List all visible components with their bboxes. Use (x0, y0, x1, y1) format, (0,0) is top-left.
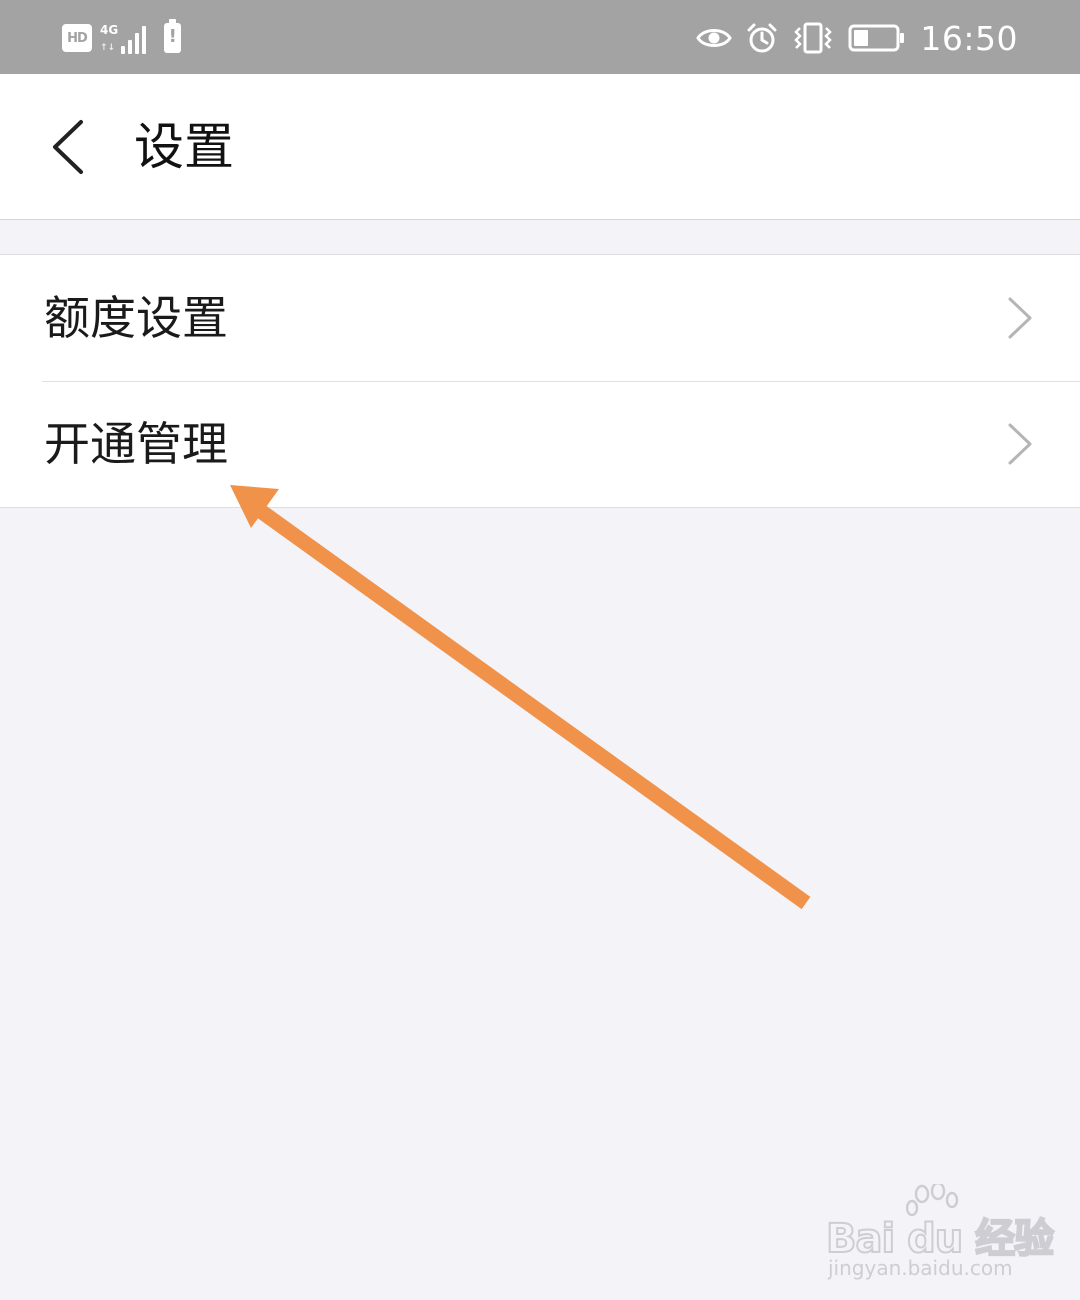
settings-item-label: 开通管理 (44, 417, 228, 471)
status-time: 16:50 (920, 18, 1018, 58)
settings-item-activation[interactable]: 开通管理 (0, 381, 1080, 507)
hd-badge-label: HD (67, 30, 88, 46)
settings-item-quota[interactable]: 额度设置 (0, 255, 1080, 381)
header-bar: 设置 (0, 74, 1080, 220)
settings-item-label: 额度设置 (44, 291, 228, 345)
notification-alert-icon (164, 19, 182, 53)
status-bar-right: 16:50 (682, 18, 1018, 58)
status-bar-left: HD 4G ↑↓ (62, 18, 182, 58)
signal-icon: 4G ↑↓ (100, 22, 147, 54)
back-button[interactable] (40, 114, 94, 180)
watermark-url: jingyan.baidu.com (828, 1256, 1013, 1280)
eye-icon (696, 25, 733, 51)
settings-list: 额度设置 开通管理 (0, 254, 1080, 508)
vibrate-icon (792, 22, 834, 54)
status-bar: HD 4G ↑↓ ! 16:50 (0, 0, 1080, 74)
alarm-clock-icon (746, 22, 778, 54)
baidu-jingyan-watermark: Bai du 经验 jingyan.baidu.com (825, 1184, 1055, 1280)
network-arrows: ↑↓ (100, 43, 116, 53)
page-title: 设置 (134, 118, 234, 176)
network-type-label: 4G (100, 23, 119, 37)
hd-icon: HD (62, 24, 92, 52)
signal-bars (121, 24, 147, 54)
chevron-right-icon (1008, 423, 1032, 465)
battery-icon (848, 23, 906, 53)
network-type: 4G ↑↓ (100, 24, 118, 54)
chevron-right-icon (1008, 297, 1032, 339)
chevron-left-icon (53, 120, 83, 174)
